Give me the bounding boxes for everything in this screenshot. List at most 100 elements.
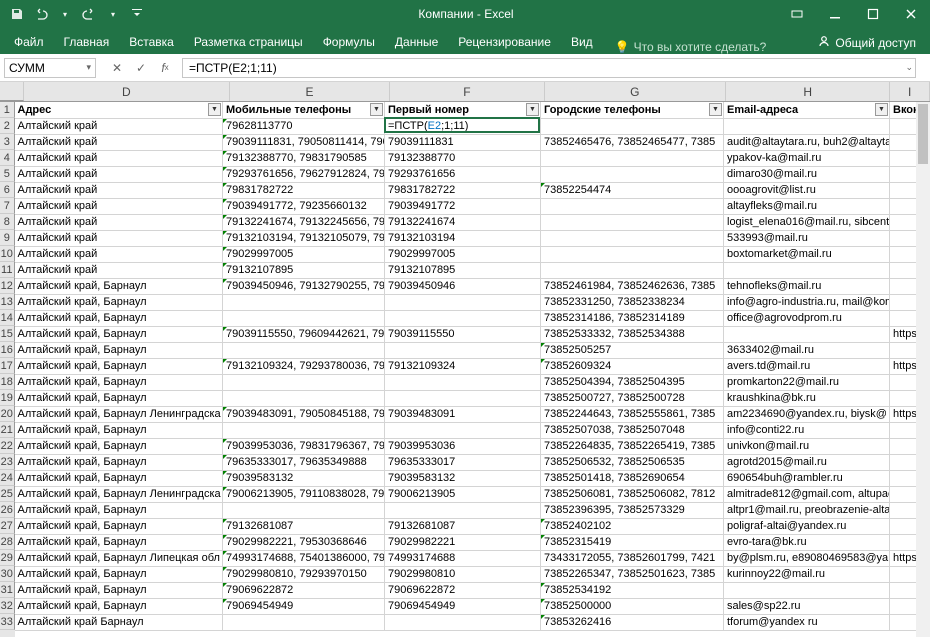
row-header[interactable]: 26 [0, 502, 15, 518]
cell[interactable]: 79132681087 [223, 518, 385, 534]
cell[interactable]: 79039583132 [223, 470, 385, 486]
cell[interactable]: Алтайский край, Барнаул Ленинградска [15, 406, 223, 422]
row-header[interactable]: 31 [0, 582, 15, 598]
cell[interactable]: 74993174688 [385, 550, 541, 566]
row-header[interactable]: 28 [0, 534, 15, 550]
name-box[interactable]: СУММ ▾ [4, 58, 96, 78]
filter-dropdown-icon[interactable]: ▼ [709, 103, 722, 116]
save-icon[interactable] [8, 5, 26, 23]
cell[interactable] [223, 614, 385, 630]
cell[interactable] [541, 150, 724, 166]
cell[interactable]: 79628113770 [223, 118, 385, 134]
cell[interactable]: 79039953036 [385, 438, 541, 454]
tab-page-layout[interactable]: Разметка страницы [184, 32, 313, 54]
header-cell[interactable]: Первый номер▼ [385, 102, 541, 118]
row-header[interactable]: 15 [0, 326, 15, 342]
cell[interactable] [385, 390, 541, 406]
cell[interactable]: 79006213905 [385, 486, 541, 502]
cell[interactable] [724, 326, 890, 342]
cell[interactable]: Алтайский край, Барнаул [15, 294, 223, 310]
cell[interactable]: tehnofleks@mail.ru [724, 278, 890, 294]
cell[interactable]: Алтайский край [15, 230, 223, 246]
cell[interactable] [541, 230, 724, 246]
cell[interactable]: Алтайский край [15, 198, 223, 214]
select-all-corner[interactable] [0, 82, 24, 101]
cell[interactable]: Алтайский край [15, 246, 223, 262]
row-header[interactable]: 10 [0, 246, 15, 262]
row-header[interactable]: 14 [0, 310, 15, 326]
cell[interactable]: 73852396395, 73852573329 [541, 502, 724, 518]
cell[interactable]: 79069454949 [385, 598, 541, 614]
cell[interactable]: promkarton22@mail.ru [724, 374, 890, 390]
cell[interactable]: 79029982221 [385, 534, 541, 550]
cell[interactable]: by@plsm.ru, e89080469583@ya [724, 550, 890, 566]
cell[interactable]: 73852500000 [541, 598, 724, 614]
cell[interactable]: 79132241674 [385, 214, 541, 230]
cell[interactable] [541, 262, 724, 278]
col-header-F[interactable]: F [390, 82, 545, 101]
row-header[interactable]: 6 [0, 182, 15, 198]
cell[interactable]: kurinnoy22@mail.ru [724, 566, 890, 582]
worksheet-grid[interactable]: D E F G H I 1234567891011121314151617181… [0, 82, 930, 637]
cell[interactable]: 73852265347, 73852501623, 7385 [541, 566, 724, 582]
cell[interactable]: 73852500727, 73852500728 [541, 390, 724, 406]
row-header[interactable]: 17 [0, 358, 15, 374]
cell[interactable]: 79029980810, 79293970150 [223, 566, 385, 582]
row-header[interactable]: 1 [0, 102, 15, 118]
cell[interactable] [223, 294, 385, 310]
cell[interactable] [541, 214, 724, 230]
cell[interactable]: sales@sp22.ru [724, 598, 890, 614]
cell[interactable]: 73852533332, 73852534388 [541, 326, 724, 342]
cell[interactable]: Алтайский край [15, 166, 223, 182]
row-header[interactable]: 30 [0, 566, 15, 582]
cell[interactable]: dimaro30@mail.ru [724, 166, 890, 182]
cell[interactable]: 79006213905, 79110838028, 7913 [223, 486, 385, 502]
cell[interactable]: 79039953036, 79831796367, 7983 [223, 438, 385, 454]
cell[interactable]: 79831782722 [385, 182, 541, 198]
col-header-D[interactable]: D [24, 82, 230, 101]
cell[interactable] [541, 198, 724, 214]
cell[interactable]: 79132109324 [385, 358, 541, 374]
cell[interactable]: Алтайский край, Барнаул [15, 502, 223, 518]
undo-icon[interactable] [32, 5, 50, 23]
tab-view[interactable]: Вид [561, 32, 603, 54]
cell[interactable]: Алтайский край, Барнаул Липецкая обл [15, 550, 223, 566]
cell[interactable]: 73852254474 [541, 182, 724, 198]
cell[interactable]: 73852264835, 73852265419, 7385 [541, 438, 724, 454]
cell[interactable]: 73852609324 [541, 358, 724, 374]
cell[interactable]: Алтайский край, Барнаул [15, 342, 223, 358]
cell[interactable]: poligraf-altai@yandex.ru [724, 518, 890, 534]
cell[interactable]: info@conti22.ru [724, 422, 890, 438]
maximize-icon[interactable] [854, 0, 892, 28]
cell[interactable]: 73852465476, 73852465477, 7385 [541, 134, 724, 150]
cell[interactable]: Алтайский край, Барнаул [15, 518, 223, 534]
row-header[interactable]: 12 [0, 278, 15, 294]
row-header[interactable]: 27 [0, 518, 15, 534]
cell[interactable]: audit@altaytara.ru, buh2@altaytara.ru, [724, 134, 890, 150]
cell[interactable] [724, 118, 890, 134]
row-header[interactable]: 3 [0, 134, 15, 150]
cell[interactable]: 79635333017 [385, 454, 541, 470]
fx-button[interactable]: fx [154, 58, 176, 78]
cell[interactable]: 79039450946 [385, 278, 541, 294]
cell[interactable] [385, 310, 541, 326]
cell[interactable]: 79039491772 [385, 198, 541, 214]
header-cell[interactable]: Городские телефоны▼ [541, 102, 724, 118]
col-header-G[interactable]: G [545, 82, 726, 101]
cell[interactable]: 79069622872 [385, 582, 541, 598]
cell[interactable]: univkon@mail.ru [724, 438, 890, 454]
cell[interactable] [541, 166, 724, 182]
cell[interactable] [223, 390, 385, 406]
col-header-I[interactable]: I [890, 82, 930, 101]
header-cell[interactable]: Мобильные телефоны▼ [223, 102, 385, 118]
vertical-scrollbar[interactable] [916, 102, 930, 637]
redo-icon[interactable] [80, 5, 98, 23]
row-header[interactable]: 23 [0, 454, 15, 470]
qat-customize-icon[interactable] [128, 5, 146, 23]
expand-formula-bar-icon[interactable]: ⌄ [905, 62, 913, 73]
minimize-icon[interactable] [816, 0, 854, 28]
cell[interactable]: boxtomarket@mail.ru [724, 246, 890, 262]
row-header[interactable]: 11 [0, 262, 15, 278]
cell[interactable]: 73853262416 [541, 614, 724, 630]
cell[interactable]: 79132107895 [223, 262, 385, 278]
